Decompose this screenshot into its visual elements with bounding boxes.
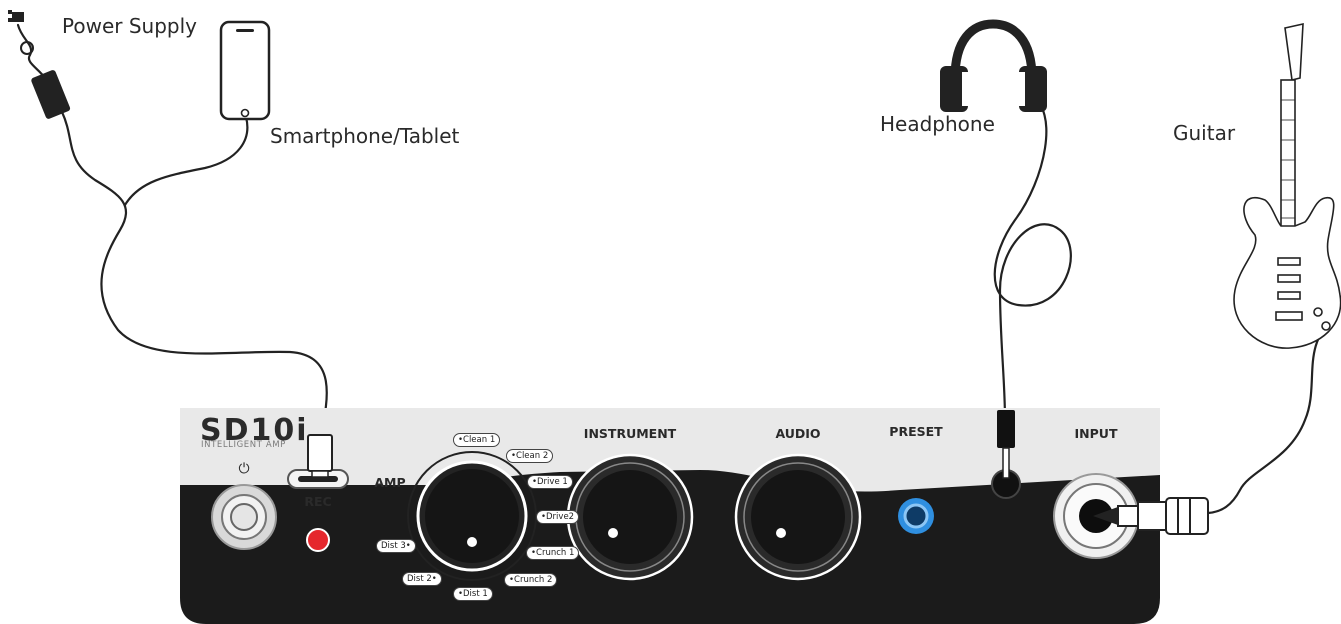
instrument-label: INSTRUMENT: [583, 426, 677, 441]
power-adapter-icon: [31, 70, 71, 119]
amp-mode-clean-2: •Clean 2: [506, 449, 554, 463]
usb-plug-icon: [307, 434, 333, 478]
headphone-icon: [940, 19, 1047, 112]
headphone-label: Headphone: [880, 112, 995, 136]
rec-led: [306, 528, 330, 552]
guitar-icon: [1233, 22, 1341, 349]
power-supply-label: Power Supply: [62, 14, 197, 38]
amp-mode-drive-1: •Drive 1: [527, 475, 573, 489]
amp-mode-dist-3: Dist 3•: [376, 539, 416, 553]
rec-label: REC: [304, 494, 332, 509]
amp-label: AMP: [374, 475, 406, 490]
smartphone-cable: [123, 115, 249, 207]
audio-label: AUDIO: [775, 426, 821, 441]
input-label: INPUT: [1074, 426, 1118, 441]
power-button[interactable]: [211, 484, 277, 550]
preset-button[interactable]: [898, 498, 934, 534]
amp-mode-clean-1: •Clean 1: [453, 433, 501, 447]
power-symbol-icon: ⏻: [238, 461, 250, 477]
instrument-knob[interactable]: [566, 453, 694, 581]
smartphone-icon: [219, 20, 271, 121]
headphone-cable: [993, 93, 1072, 422]
guitar-label: Guitar: [1173, 121, 1236, 145]
amp-mode-drive-2: •Drive2: [536, 510, 580, 524]
amp-mode-dist-2: Dist 2•: [402, 572, 442, 586]
power-cable: [60, 110, 328, 440]
brand-subtitle: INTELLIGENT AMP: [201, 440, 286, 450]
amp-knob[interactable]: [407, 451, 537, 581]
amp-mode-dist-1: •Dist 1: [453, 587, 493, 601]
amp-mode-crunch-1: •Crunch 1: [526, 546, 580, 560]
smartphone-tablet-label: Smartphone/Tablet: [270, 124, 460, 148]
guitar-cable: [1206, 316, 1337, 515]
audio-knob[interactable]: [734, 453, 862, 581]
preset-label: PRESET: [889, 424, 943, 439]
amp-mode-crunch-2: •Crunch 2: [504, 573, 558, 587]
connection-diagram: [8, 10, 1341, 624]
